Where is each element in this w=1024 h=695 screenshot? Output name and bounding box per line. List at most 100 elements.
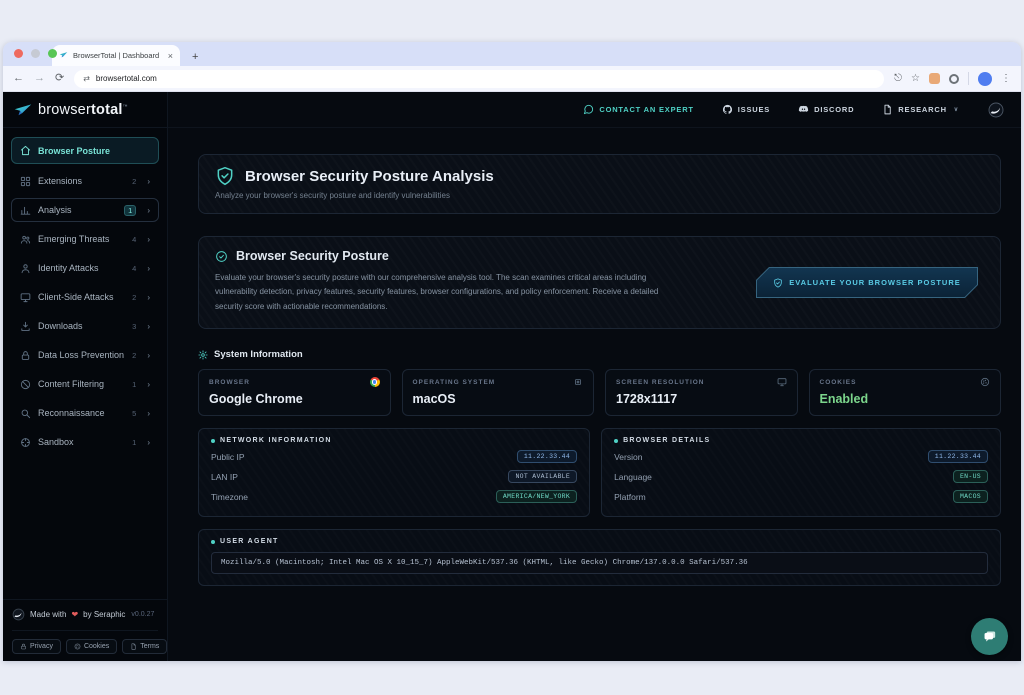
tab-strip: BrowserTotal | Dashboard × + — [3, 42, 1021, 66]
new-tab-button[interactable]: + — [192, 52, 198, 63]
sidebar-item-badge: 1 — [132, 380, 136, 389]
browser-toolbar: ← → ⟳ ⇄ browsertotal.com ⎋ ☆ ⋮ — [3, 66, 1021, 92]
row-label: Public IP — [211, 452, 245, 462]
system-card-label: BROWSER — [209, 379, 250, 386]
sidebar-item[interactable]: Content Filtering 1 › — [11, 372, 159, 396]
sidebar-item-badge: 4 — [132, 264, 136, 273]
topnav-item-label: DISCORD — [814, 105, 854, 114]
sidebar-item-badge: 5 — [132, 409, 136, 418]
row-value-badge: 11.22.33.44 — [928, 450, 988, 463]
hero-card: Browser Security Posture Analysis Analyz… — [198, 154, 1001, 214]
by-text: by Seraphic — [83, 610, 125, 619]
footer-links: Privacy Cookies Terms — [12, 630, 158, 654]
chevron-right-icon: › — [147, 409, 150, 418]
sidebar-spacer — [3, 459, 167, 599]
app-page: browsertotal™ Browser Posture — [3, 92, 1021, 661]
shield-check-icon — [215, 166, 235, 186]
footer-link-button[interactable]: Privacy — [12, 639, 61, 654]
network-panel-title: NETWORK INFORMATION — [220, 437, 332, 444]
system-card: BROWSER Google Chrome — [198, 369, 391, 416]
address-bar[interactable]: ⇄ browsertotal.com — [74, 70, 884, 88]
users-icon — [20, 234, 31, 245]
row-value-badge: MACOS — [953, 490, 988, 503]
sidebar-item[interactable]: Data Loss Prevention 2 › — [11, 343, 159, 367]
monitor-icon — [777, 377, 787, 387]
browser-window: BrowserTotal | Dashboard × + ← → ⟳ ⇄ bro… — [3, 42, 1021, 661]
extension-pin-icon[interactable] — [929, 73, 940, 84]
sidebar-item[interactable]: Browser Posture — [11, 137, 159, 164]
sidebar-item-badge: 2 — [132, 351, 136, 360]
sidebar-item-label: Analysis — [38, 205, 72, 215]
sidebar-item[interactable]: Client-Side Attacks 2 › — [11, 285, 159, 309]
topnav-item[interactable]: DISCORD ∨ — [798, 104, 854, 115]
system-information-title: System Information — [214, 349, 303, 360]
chevron-right-icon: › — [147, 322, 150, 331]
sidebar-item-label: Sandbox — [38, 437, 74, 447]
sidebar-item-label: Downloads — [38, 321, 83, 331]
chat-widget-button[interactable] — [971, 618, 1008, 655]
shield-check-icon — [773, 278, 783, 288]
sidebar-item-label: Client-Side Attacks — [38, 292, 114, 302]
sidebar-item[interactable]: Emerging Threats 4 › — [11, 227, 159, 251]
version-text: v0.0.27 — [131, 611, 154, 618]
chevron-right-icon: › — [147, 264, 150, 273]
row-value-badge: EN-US — [953, 470, 988, 483]
page-title: Browser Security Posture Analysis — [245, 168, 494, 185]
system-card: COOKIES Enabled — [809, 369, 1002, 416]
chevron-right-icon: › — [147, 206, 150, 215]
topnav-item[interactable]: ISSUES ∨ — [722, 104, 770, 115]
chevron-right-icon: › — [147, 351, 150, 360]
bullet-icon — [211, 540, 215, 544]
evaluate-posture-button[interactable]: EVALUATE YOUR BROWSER POSTURE — [756, 267, 978, 298]
row-value-badge: AMERICA/NEW_YORK — [496, 490, 577, 503]
user-agent-title: USER AGENT — [220, 538, 279, 545]
topnav-item[interactable]: CONTACT AN EXPERT ∨ — [583, 104, 693, 115]
posture-title: Browser Security Posture — [236, 249, 389, 263]
made-with-text: Made with — [30, 610, 66, 619]
close-window-button[interactable] — [14, 49, 23, 58]
bullet-icon — [614, 439, 618, 443]
footer-link-button[interactable]: Cookies — [66, 639, 117, 654]
sidebar-footer: Made with ❤ by Seraphic v0.0.27 Privacy — [3, 599, 167, 661]
gear-icon — [198, 350, 208, 360]
sidebar-item[interactable]: Extensions 2 › — [11, 169, 159, 193]
browser-details-panel: BROWSER DETAILS Version 11.22.33.44 — [601, 428, 1001, 517]
reload-button[interactable]: ⟳ — [55, 73, 64, 84]
sidebar-item-badge: 2 — [132, 293, 136, 302]
sidebar-item-badge: 1 — [132, 438, 136, 447]
sidebar-item-badge: 2 — [132, 177, 136, 186]
brand-logo[interactable]: browsertotal™ — [3, 92, 167, 128]
system-card: OPERATING SYSTEM macOS — [402, 369, 595, 416]
sidebar-item-badge: 1 — [124, 205, 136, 216]
tab-close-icon[interactable]: × — [168, 51, 173, 61]
row-value-badge: 11.22.33.44 — [517, 450, 577, 463]
row-label: Timezone — [211, 492, 248, 502]
zoom-window-button[interactable] — [48, 49, 57, 58]
home-icon — [20, 145, 31, 156]
seraphic-logo-icon[interactable] — [987, 101, 1005, 119]
forward-button[interactable]: → — [34, 73, 45, 84]
seraphic-logo-icon — [12, 608, 25, 621]
minimize-window-button[interactable] — [31, 49, 40, 58]
footer-link-label: Privacy — [30, 643, 53, 650]
cookie-icon — [980, 377, 990, 387]
extensions-icon[interactable] — [949, 74, 959, 84]
browser-menu-icon[interactable]: ⋮ — [1001, 73, 1011, 84]
chat-icon — [583, 104, 594, 115]
chevron-right-icon: › — [147, 177, 150, 186]
sidebar-item[interactable]: Identity Attacks 4 › — [11, 256, 159, 280]
bookmark-star-icon[interactable]: ☆ — [911, 73, 920, 84]
profile-avatar[interactable] — [978, 72, 992, 86]
sidebar-item[interactable]: Reconnaissance 5 › — [11, 401, 159, 425]
sidebar-item[interactable]: Analysis 1 › — [11, 198, 159, 222]
site-settings-icon[interactable]: ⇄ — [83, 74, 90, 83]
footer-link-button[interactable]: Terms — [122, 639, 167, 654]
back-button[interactable]: ← — [13, 73, 24, 84]
browser-tab[interactable]: BrowserTotal | Dashboard × — [52, 45, 180, 66]
sidebar-item[interactable]: Downloads 3 › — [11, 314, 159, 338]
topnav-item[interactable]: RESEARCH ∨ — [882, 104, 959, 115]
share-icon[interactable]: ⎋ — [894, 73, 902, 84]
sidebar: browsertotal™ Browser Posture — [3, 92, 168, 661]
sidebar-item[interactable]: Sandbox 1 › — [11, 430, 159, 454]
network-row: LAN IP NOT AVAILABLE — [211, 470, 577, 483]
